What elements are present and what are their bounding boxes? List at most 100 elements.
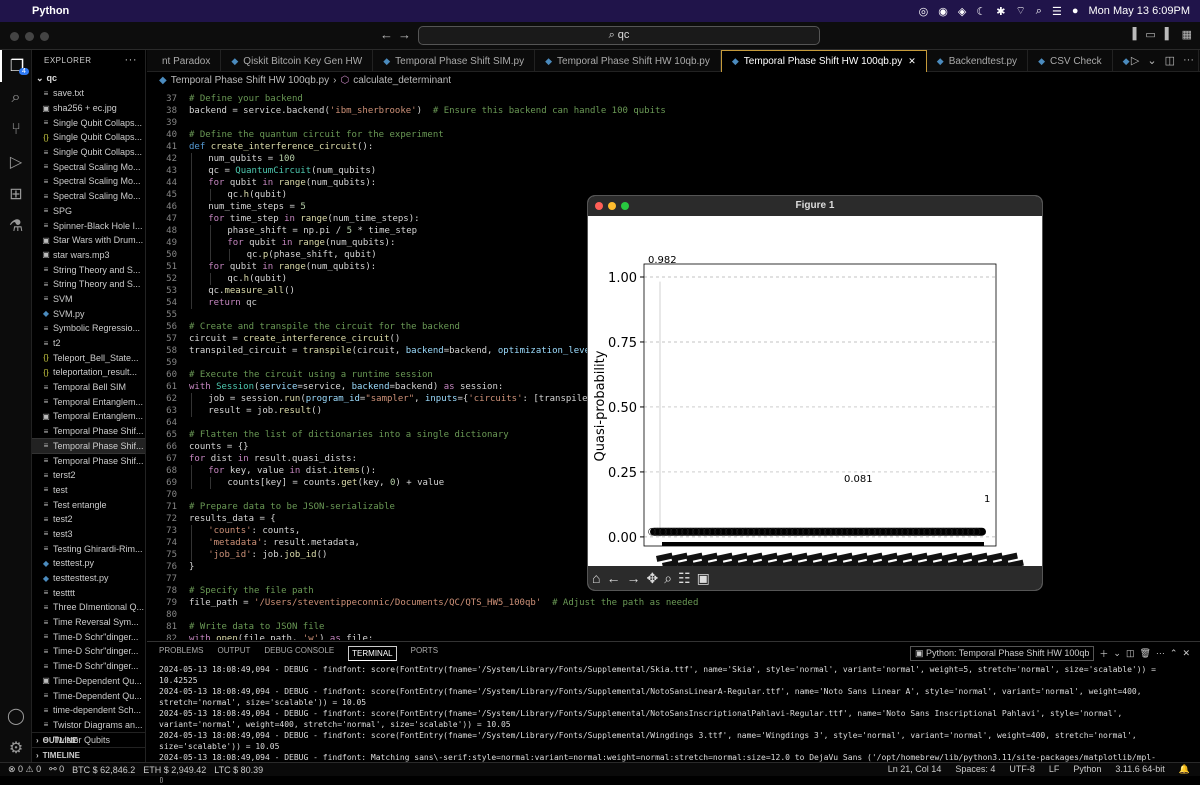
run-debug-icon[interactable]: ▷ xyxy=(0,146,32,178)
explorer-item[interactable]: ≡ SPG xyxy=(32,204,145,219)
zoom-window-button[interactable] xyxy=(40,32,49,41)
explorer-item[interactable]: ≡ Three DImentional Q... xyxy=(32,600,145,615)
forward-arrow-icon[interactable]: → xyxy=(398,27,411,42)
code-line[interactable]: 72 results_data = { xyxy=(147,513,276,525)
python-interpreter[interactable]: 3.11.6 64-bit xyxy=(1115,764,1164,775)
code-line[interactable]: 68 for key, value in dist.items(): xyxy=(147,465,376,477)
code-line[interactable]: 57 circuit = create_interference_circuit(… xyxy=(147,333,400,345)
code-line[interactable]: 39 xyxy=(147,117,177,129)
extensions-icon[interactable]: ⊞ xyxy=(0,178,32,210)
explorer-item[interactable]: ≡ terst2 xyxy=(32,468,145,483)
toggle-panel-icon[interactable]: ▭ xyxy=(1145,28,1155,41)
code-line[interactable]: 44 for qubit in range(num_qubits): xyxy=(147,177,376,189)
command-center-search[interactable]: ⌕ qc xyxy=(418,26,820,45)
code-line[interactable]: 56 # Create and transpile the circuit for… xyxy=(147,321,460,333)
explorer-item[interactable]: ≡ String Theory and S... xyxy=(32,262,145,277)
code-line[interactable]: 43 qc = QuantumCircuit(num_qubits) xyxy=(147,165,376,177)
customize-layout-icon[interactable]: ▦ xyxy=(1182,28,1192,41)
close-window-button[interactable] xyxy=(10,32,19,41)
editor-tab[interactable]: ◆ CSV Check xyxy=(1028,50,1113,72)
editor-tab[interactable]: nt Paradox xyxy=(147,50,222,72)
figure-zoom-button[interactable] xyxy=(621,202,629,210)
forward-icon[interactable]: → xyxy=(626,570,640,586)
configure-subplots-icon[interactable]: ☷ xyxy=(678,570,691,587)
explorer-item[interactable]: ◆ testtesttest.py xyxy=(32,571,145,586)
code-line[interactable]: 66 counts = {} xyxy=(147,441,248,453)
code-line[interactable]: 37 # Define your backend xyxy=(147,93,303,105)
panel-tab-terminal[interactable]: TERMINAL xyxy=(348,645,397,661)
explorer-item[interactable]: ≡ Spectral Scaling Mo... xyxy=(32,189,145,204)
explorer-item[interactable]: ≡ Time-D Schr"dinger... xyxy=(32,629,145,644)
terminal-dropdown-icon[interactable]: ⌄ xyxy=(1113,648,1121,659)
panel-tab-problems[interactable]: PROBLEMS xyxy=(159,646,203,661)
explorer-item[interactable]: ▣ Star Wars with Drum... xyxy=(32,233,145,248)
explorer-item[interactable]: ≡ Twistor Diagrams an... xyxy=(32,718,145,733)
new-terminal-icon[interactable]: ＋ xyxy=(1099,647,1108,660)
save-figure-icon[interactable]: ▣ xyxy=(697,570,710,587)
code-line[interactable]: 70 xyxy=(147,489,177,501)
code-line[interactable]: 78 # Specify the file path xyxy=(147,585,313,597)
code-line[interactable]: 77 xyxy=(147,573,177,585)
explorer-item[interactable]: ≡ Single Qubit Collaps... xyxy=(32,145,145,160)
editor-tab[interactable]: ◆ Temporal Phase Shift HW 10qb.py xyxy=(535,50,721,72)
code-line[interactable]: 61 with Session(service=service, backend=… xyxy=(147,381,503,393)
explorer-item[interactable]: ≡ Temporal Bell SIM xyxy=(32,380,145,395)
code-line[interactable]: 51 for qubit in range(num_qubits): xyxy=(147,261,376,273)
search-view-icon[interactable]: ⌕ xyxy=(0,82,32,114)
code-line[interactable]: 55 xyxy=(147,309,177,321)
close-tab-icon[interactable]: ✕ xyxy=(908,56,916,67)
explorer-item[interactable]: ◆ SVM.py xyxy=(32,306,145,321)
explorer-icon[interactable]: ❐ 4 xyxy=(0,50,32,82)
explorer-item[interactable]: ≡ t2 xyxy=(32,336,145,351)
explorer-item[interactable]: {} teleportation_result... xyxy=(32,365,145,380)
code-line[interactable]: 47 for time_step in range(num_time_steps)… xyxy=(147,213,419,225)
night-mode-icon[interactable]: ☾ xyxy=(976,5,986,18)
minimize-window-button[interactable] xyxy=(25,32,34,41)
breadcrumb-file[interactable]: Temporal Phase Shift HW 100qb.py xyxy=(171,75,329,86)
explorer-item[interactable]: ≡ save.txt xyxy=(32,86,145,101)
workspace-root[interactable]: ⌄ qc xyxy=(32,70,145,86)
code-line[interactable]: 81 # Write data to JSON file xyxy=(147,621,324,633)
split-editor-icon[interactable]: ◫ xyxy=(1165,54,1175,67)
code-line[interactable]: 69 counts[key] = counts.get(key, 0) + val… xyxy=(147,477,444,489)
explorer-item[interactable]: ≡ Single Qubit Collaps... xyxy=(32,115,145,130)
focus-icon[interactable]: ◉ xyxy=(938,5,948,18)
code-line[interactable]: 42 num_qubits = 100 xyxy=(147,153,295,165)
explorer-item[interactable]: ≡ Temporal Entanglem... xyxy=(32,394,145,409)
editor-tab[interactable]: ◆ Temporal Phase Shift SIM.py xyxy=(373,50,536,72)
explorer-item[interactable]: ≡ Time-D Schr"dinger... xyxy=(32,659,145,674)
panel-tab-output[interactable]: OUTPUT xyxy=(217,646,250,661)
code-line[interactable]: 65 # Flatten the list of dictionaries int… xyxy=(147,429,509,441)
indentation[interactable]: Spaces: 4 xyxy=(955,764,995,775)
maximize-panel-icon[interactable]: ⌃ xyxy=(1170,648,1178,659)
back-arrow-icon[interactable]: ← xyxy=(380,27,393,42)
toggle-secondary-sidebar-icon[interactable]: ▌ xyxy=(1165,28,1173,41)
testing-icon[interactable]: ⚗ xyxy=(0,210,32,242)
app-name[interactable]: Python xyxy=(32,5,69,17)
code-line[interactable]: 73 'counts': counts, xyxy=(147,525,300,537)
code-line[interactable]: 49 for qubit in range(num_qubits): xyxy=(147,237,395,249)
matplotlib-figure-window[interactable]: Figure 1 0.00 0.25 0.50 0.75 1.00 Quasi-prob… xyxy=(588,196,1042,590)
siri-icon[interactable]: ● xyxy=(1072,5,1079,17)
timeline-section[interactable]: › TIMELINE xyxy=(32,747,145,762)
pan-icon[interactable]: ✥ xyxy=(646,570,658,587)
toggle-primary-sidebar-icon[interactable]: ▐ xyxy=(1129,28,1137,41)
explorer-item[interactable]: ≡ Time-D Schr"dinger... xyxy=(32,644,145,659)
more-panel-actions-icon[interactable]: ··· xyxy=(1156,648,1165,658)
run-python-file-icon[interactable]: ▷ xyxy=(1131,54,1139,67)
explorer-item[interactable]: ≡ Time Reversal Sym... xyxy=(32,615,145,630)
control-center-icon[interactable]: ☰ xyxy=(1052,5,1062,18)
explorer-item[interactable]: ≡ Symbolic Regressio... xyxy=(32,321,145,336)
creative-cloud-icon[interactable]: ◎ xyxy=(919,5,929,18)
explorer-item[interactable]: ≡ testttt xyxy=(32,585,145,600)
account-icon[interactable]: ◯ xyxy=(0,700,32,732)
explorer-item[interactable]: ▣ Time-Dependent Qu... xyxy=(32,674,145,689)
code-line[interactable]: 64 xyxy=(147,417,177,429)
explorer-item[interactable]: ≡ test2 xyxy=(32,512,145,527)
panel-tab-debug-console[interactable]: DEBUG CONSOLE xyxy=(264,646,334,661)
code-line[interactable]: 76} xyxy=(147,561,194,573)
figure-minimize-button[interactable] xyxy=(608,202,616,210)
explorer-item[interactable]: ◆ testtest.py xyxy=(32,556,145,571)
outline-section[interactable]: › OUTLINE xyxy=(32,732,145,748)
code-line[interactable]: 53 qc.measure_all() xyxy=(147,285,295,297)
